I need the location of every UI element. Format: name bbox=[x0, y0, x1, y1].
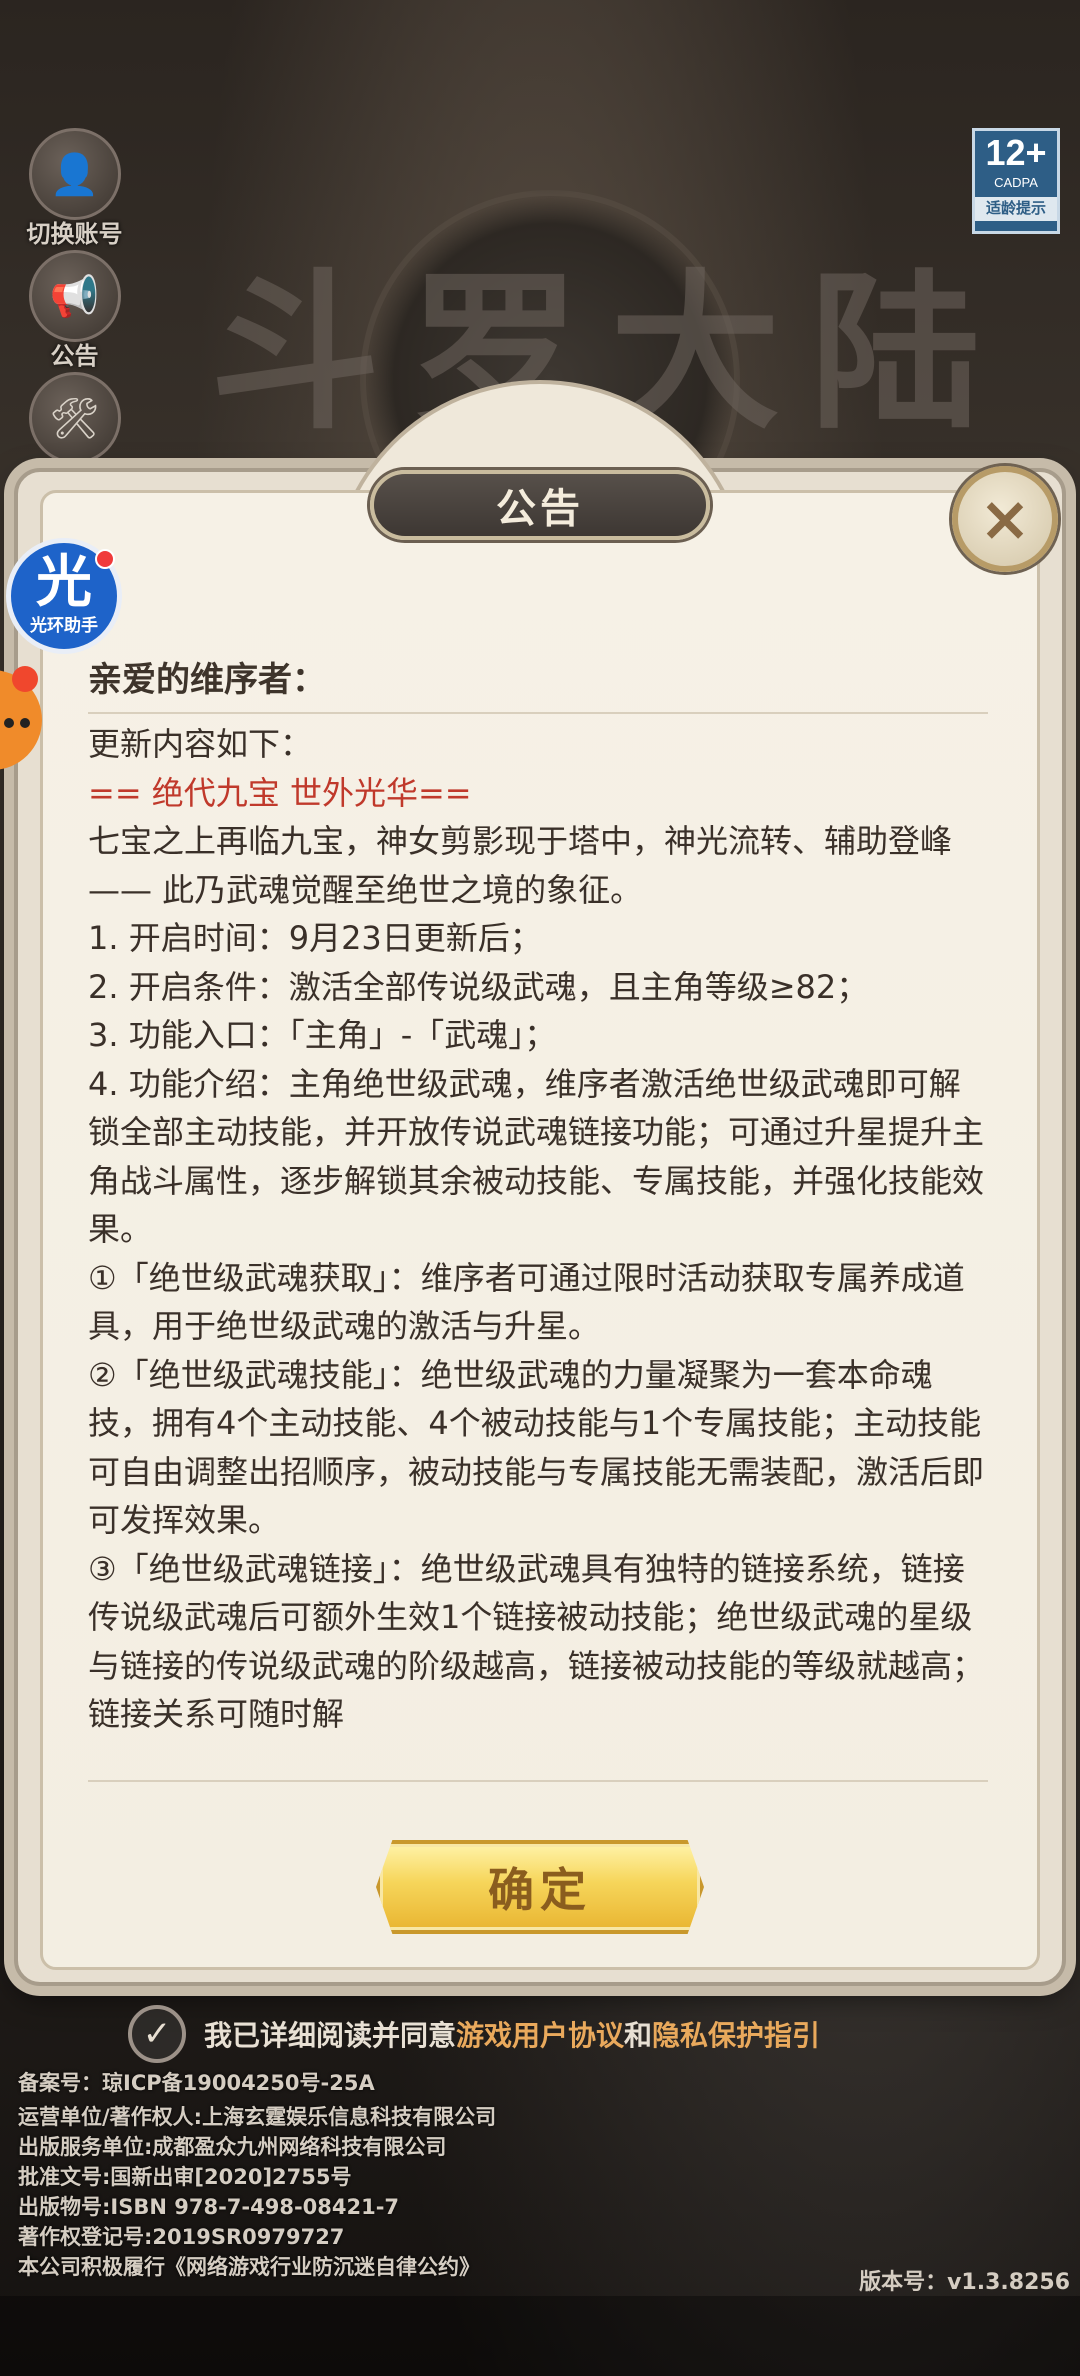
content-line: ①「绝世级武魂获取」：维序者可通过限时活动获取专属养成道具，用于绝世级武魂的激活… bbox=[88, 1258, 965, 1346]
agreement-prefix: 我已详细阅读并同意 bbox=[204, 2019, 457, 2052]
legal-line: 著作权登记号:2019SR0979727 bbox=[18, 2225, 345, 2249]
content-line: 更新内容如下： bbox=[88, 725, 313, 763]
content-line: 1. 开启时间：9月23日更新后； bbox=[88, 919, 542, 957]
content-line: 七宝之上再临九宝，神女剪影现于塔中，神光流转、辅助登峰 —— 此乃武魂觉醒至绝世… bbox=[88, 822, 963, 909]
pet-eye bbox=[20, 718, 30, 728]
legal-line: 出版物号:ISBN 978-7-498-08421-7 bbox=[18, 2195, 400, 2219]
confirm-button[interactable]: 确定 bbox=[376, 1840, 704, 1934]
content-line: ②「绝世级武魂技能」：绝世级武魂的力量凝聚为一套本命魂技，拥有4个主动技能、4个… bbox=[88, 1355, 985, 1540]
legal-line: 出版服务单位:成都盈众九州网络科技有限公司 bbox=[18, 2135, 447, 2159]
version-number: 版本号：v1.3.8256 bbox=[859, 2270, 1070, 2295]
footer-shade bbox=[0, 2296, 1080, 2376]
notification-dot bbox=[12, 666, 38, 692]
content-line: 2. 开启条件：激活全部传说级武魂，且主角等级≥82； bbox=[88, 967, 869, 1006]
dialog-title: 公告 bbox=[370, 470, 710, 540]
switch-account-label: 切换账号 bbox=[26, 220, 123, 248]
content-line: 4. 功能介绍：主角绝世级武魂，维序者激活绝世级武魂即可解锁全部主动技能，并开放… bbox=[88, 1064, 985, 1249]
legal-line: 运营单位/著作权人:上海玄霆娱乐信息科技有限公司 bbox=[18, 2105, 497, 2129]
checkmark-icon[interactable]: ✓ bbox=[128, 2005, 186, 2063]
announcement-label: 公告 bbox=[50, 342, 99, 370]
announcement-button[interactable]: 📢 公告 bbox=[22, 250, 127, 371]
announcement-scroll-area[interactable]: 更新内容如下： == 绝代九宝 世外光华== 七宝之上再临九宝，神女剪影现于塔中… bbox=[88, 720, 992, 1770]
user-swap-icon: 👤 bbox=[28, 128, 121, 220]
notification-dot bbox=[95, 549, 115, 569]
age-rating-org: CADPA bbox=[994, 175, 1038, 190]
content-line: ③「绝世级武魂链接」：绝世级武魂具有独特的链接系统，链接传说级武魂后可额外生效1… bbox=[88, 1549, 985, 1734]
divider bbox=[88, 712, 988, 714]
legal-info: 备案号：琼ICP备19004250号-25A 运营单位/著作权人:上海玄霆娱乐信… bbox=[18, 2068, 496, 2282]
content-line: 3. 功能入口：「主角」-「武魂」； bbox=[88, 1016, 557, 1054]
age-rating-tip: 适龄提示 bbox=[975, 197, 1057, 221]
agreement-row: ✓ 我已详细阅读并同意 游戏用户协议 和 隐私保护指引 bbox=[128, 2004, 1030, 2064]
age-rating-value: 12+ bbox=[985, 132, 1047, 173]
privacy-policy-link[interactable]: 隐私保护指引 bbox=[652, 2014, 820, 2054]
legal-line: 备案号：琼ICP备19004250号-25A bbox=[18, 2071, 375, 2095]
age-rating-badge[interactable]: 12+ CADPA 适龄提示 bbox=[972, 128, 1060, 234]
close-icon[interactable]: × bbox=[952, 466, 1058, 572]
user-agreement-link[interactable]: 游戏用户协议 bbox=[456, 2014, 624, 2054]
megaphone-icon: 📢 bbox=[28, 250, 121, 342]
legal-line: 批准文号:国新出审[2020]2755号 bbox=[18, 2165, 352, 2189]
agreement-conjunction: 和 bbox=[624, 2019, 653, 2052]
wrench-icon: 🛠 bbox=[28, 372, 121, 464]
divider bbox=[88, 1780, 988, 1782]
pet-eye bbox=[4, 718, 14, 728]
content-heading: == 绝代九宝 世外光华== bbox=[88, 773, 472, 812]
assistant-floating-button[interactable]: 光 光环助手 bbox=[6, 538, 122, 654]
switch-account-button[interactable]: 👤 切换账号 bbox=[22, 128, 127, 249]
greeting-text: 亲爱的维序者： bbox=[88, 660, 326, 700]
assistant-name: 光环助手 bbox=[30, 616, 98, 636]
legal-line: 本公司积极履行《网络游戏行业防沉迷自律公约》 bbox=[18, 2255, 480, 2279]
